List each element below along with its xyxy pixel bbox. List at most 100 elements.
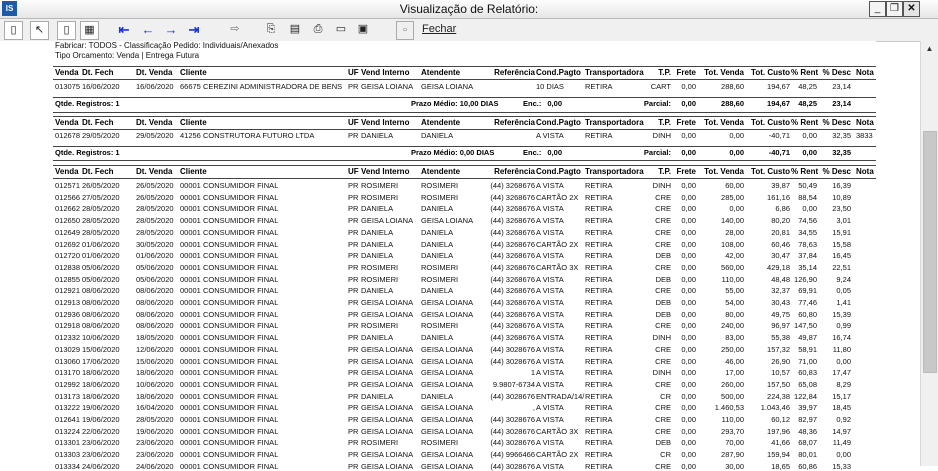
close-doc-icon[interactable]: ▫ bbox=[396, 21, 414, 40]
column-header: Dt. Fech bbox=[82, 167, 114, 176]
table-cell: 16,45 bbox=[832, 251, 851, 261]
table-cell: 140,00 bbox=[721, 216, 744, 226]
last-page-icon[interactable]: ⇥ bbox=[183, 21, 205, 38]
table-cell: 28/05/2020 bbox=[136, 227, 174, 237]
table-cell: CRE bbox=[655, 379, 671, 389]
table-cell: 012649 bbox=[55, 227, 81, 237]
table-cell: 0,00 bbox=[681, 192, 696, 202]
table-cell: CARTÃO 3X bbox=[536, 262, 579, 272]
table-cell: DEB bbox=[655, 309, 671, 319]
table-cell: PR bbox=[348, 426, 359, 436]
page-single-icon[interactable]: ▯ bbox=[4, 21, 23, 40]
table-cell: DINH bbox=[652, 333, 671, 343]
vertical-scrollbar[interactable]: ▲ bbox=[920, 41, 938, 466]
next-page-icon[interactable]: → bbox=[160, 21, 182, 38]
table-cell: 16/06/2020 bbox=[82, 82, 120, 91]
save-icon[interactable]: ▣ bbox=[354, 21, 372, 38]
table-cell: 08/06/2020 bbox=[136, 286, 174, 296]
table-cell: DEB bbox=[655, 251, 671, 261]
report-page: Fabricar: TODOS - Classificação Pedido: … bbox=[53, 41, 876, 471]
table-cell: (44) 3268676 bbox=[490, 321, 535, 331]
table-cell: PR bbox=[348, 379, 359, 389]
table-cell: GEISA LOIANA bbox=[421, 216, 474, 226]
table-cell: 23,14 bbox=[832, 82, 851, 91]
table-cell: 39,97 bbox=[798, 403, 817, 413]
goto-page-icon[interactable]: ⇨ bbox=[224, 21, 246, 38]
table-cell: 012838 bbox=[55, 262, 81, 272]
table-cell: 18,45 bbox=[832, 403, 851, 413]
table-cell: ROSIMERI bbox=[361, 321, 399, 331]
restore-button[interactable]: ❐ bbox=[886, 1, 903, 17]
table-cell: CR bbox=[660, 391, 671, 401]
page-multi-icon[interactable]: ▦ bbox=[80, 21, 99, 40]
table-cell: 30,47 bbox=[771, 251, 790, 261]
table-cell: 00001 CONSUMIDOR FINAL bbox=[180, 321, 279, 331]
partial-label: Parcial: bbox=[643, 148, 671, 157]
column-header: UF bbox=[348, 68, 359, 77]
table-cell: 24/06/2020 bbox=[82, 461, 120, 471]
table-cell: 500,00 bbox=[721, 391, 744, 401]
table-cell: 30,00 bbox=[725, 461, 744, 471]
minimize-button[interactable]: _ bbox=[869, 1, 886, 17]
scroll-up-icon[interactable]: ▲ bbox=[921, 41, 938, 57]
copy-icon[interactable]: ⎘ bbox=[262, 21, 280, 38]
table-cell: 26,90 bbox=[771, 356, 790, 366]
scroll-thumb[interactable] bbox=[923, 131, 937, 373]
table-cell: ROSIMERI bbox=[421, 274, 459, 284]
previous-page-icon[interactable]: ← bbox=[137, 21, 159, 38]
table-cell: 00001 CONSUMIDOR FINAL bbox=[180, 216, 279, 226]
table-cell: GEISA LOIANA bbox=[421, 415, 474, 424]
open-folder-icon[interactable]: ▭ bbox=[332, 21, 350, 38]
table-cell: 00001 CONSUMIDOR FINAL bbox=[180, 192, 279, 202]
column-header: Dt. Fech bbox=[82, 68, 114, 77]
table-cell: DINH bbox=[652, 131, 671, 140]
table-cell: 0,00 bbox=[681, 82, 696, 91]
column-header: Venda bbox=[55, 167, 79, 176]
table-cell: 22,51 bbox=[832, 262, 851, 272]
table-cell: 16,74 bbox=[832, 333, 851, 343]
table-cell: 60,46 bbox=[771, 239, 790, 249]
export-icon[interactable]: ▤ bbox=[286, 21, 304, 38]
table-cell: 18,65 bbox=[771, 461, 790, 471]
table-cell: 66675 CEREZINI ADMINISTRADORA DE BENS bbox=[180, 82, 343, 91]
table-cell: ROSIMERI bbox=[361, 274, 399, 284]
page-two-icon[interactable]: ▯ bbox=[57, 21, 76, 40]
table-cell: 10,89 bbox=[832, 192, 851, 202]
cursor-icon[interactable]: ↖ bbox=[30, 21, 49, 40]
table-cell: 05/06/2020 bbox=[82, 262, 120, 272]
table-cell: 15/06/2020 bbox=[82, 344, 120, 354]
table-cell: 1,41 bbox=[836, 298, 851, 307]
table-cell: DANIELA bbox=[361, 333, 394, 343]
table-cell: 08/06/2020 bbox=[82, 286, 120, 296]
table-cell: 19/06/2020 bbox=[136, 426, 174, 436]
table-cell: DANIELA bbox=[361, 227, 394, 237]
table-cell: 012936 bbox=[55, 309, 81, 319]
table-cell: GEISA LOIANA bbox=[421, 309, 474, 319]
table-cell: 70,00 bbox=[725, 438, 744, 448]
table-cell: DANIELA bbox=[421, 131, 454, 140]
print-icon[interactable]: ⎙ bbox=[309, 21, 327, 38]
table-cell: CRE bbox=[655, 227, 671, 237]
table-cell: GEISA LOIANA bbox=[361, 461, 414, 471]
table-cell: DANIELA bbox=[421, 251, 454, 261]
table-cell: PR bbox=[348, 251, 359, 261]
table-cell: 17,00 bbox=[725, 368, 744, 378]
table-cell: 08/06/2020 bbox=[136, 309, 174, 319]
table-cell: 012692 bbox=[55, 239, 81, 249]
table-cell: 10 DIAS bbox=[536, 82, 564, 91]
table-cell: 29/05/2020 bbox=[82, 131, 120, 140]
first-page-icon[interactable]: ⇤ bbox=[113, 21, 135, 38]
table-cell: 3,01 bbox=[836, 216, 851, 226]
table-cell: A VISTA bbox=[536, 204, 564, 214]
table-cell: 0,00 bbox=[681, 344, 696, 354]
table-cell: GEISA LOIANA bbox=[421, 298, 474, 307]
average-term: Prazo Médio: 0,00 DIAS bbox=[411, 148, 495, 157]
fechar-button[interactable]: Fechar bbox=[422, 21, 456, 38]
table-cell: 24/06/2020 bbox=[136, 461, 174, 471]
table-cell: (44) 3268676 bbox=[490, 204, 535, 214]
table-cell: 60,12 bbox=[771, 415, 790, 424]
close-button[interactable]: ✕ bbox=[903, 1, 920, 17]
table-cell: GEISA LOIANA bbox=[421, 403, 474, 413]
table-cell: 012332 bbox=[55, 333, 81, 343]
table-cell: DANIELA bbox=[421, 204, 454, 214]
